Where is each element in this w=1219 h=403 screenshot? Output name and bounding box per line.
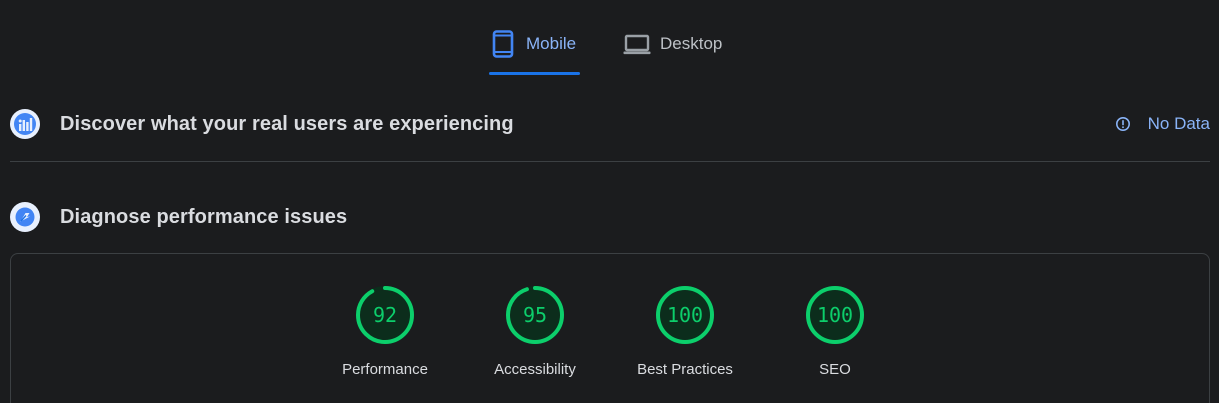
gauge-accessibility-value: 95: [523, 303, 547, 327]
tab-mobile-label: Mobile: [526, 34, 577, 53]
tab-mobile[interactable]: Mobile: [489, 30, 580, 76]
gauge-best-practices-value: 100: [667, 303, 703, 327]
category-scores-card: 92 Performance 95 Accessibility 100 Best…: [10, 253, 1210, 403]
selected-tab-indicator: [489, 72, 580, 75]
device-tabs: Mobile Desktop: [0, 0, 1219, 76]
smartphone-icon: [492, 30, 514, 58]
gauge-best-practices[interactable]: 100 Best Practices: [610, 284, 760, 384]
gauge-performance[interactable]: 92 Performance: [310, 284, 460, 384]
pagespeed-report: Mobile Desktop Discover what your real u…: [0, 0, 1219, 403]
gauge-seo-label: SEO: [819, 361, 851, 378]
crux-users-icon: [10, 109, 40, 139]
gauge-performance-value: 92: [373, 303, 397, 327]
laptop-icon: [623, 34, 651, 55]
lighthouse-icon: [10, 202, 40, 232]
tab-desktop[interactable]: Desktop: [623, 30, 738, 76]
gauge-ring: 100: [806, 286, 864, 344]
gauge-accessibility[interactable]: 95 Accessibility: [460, 284, 610, 384]
no-data-label: No Data: [1147, 114, 1210, 133]
gauge-best-practices-label: Best Practices: [637, 361, 733, 378]
tab-desktop-label: Desktop: [660, 34, 723, 53]
gauge-seo[interactable]: 100 SEO: [760, 284, 910, 384]
gauge-ring: 92: [356, 286, 414, 344]
diagnose-section-header: Diagnose performance issues: [10, 199, 1210, 235]
gauge-accessibility-label: Accessibility: [494, 361, 576, 378]
real-users-title: Discover what your real users are experi…: [60, 112, 514, 135]
gauge-seo-value: 100: [817, 303, 853, 327]
gauge-ring: 95: [506, 286, 564, 344]
gauge-ring: 100: [656, 286, 714, 344]
diagnose-title: Diagnose performance issues: [60, 205, 348, 228]
real-users-section-header: Discover what your real users are experi…: [10, 106, 1210, 142]
info-icon: [1115, 117, 1130, 131]
section-divider: [10, 161, 1210, 162]
gauge-performance-label: Performance: [342, 361, 428, 378]
no-data-status[interactable]: No Data: [1115, 106, 1210, 142]
